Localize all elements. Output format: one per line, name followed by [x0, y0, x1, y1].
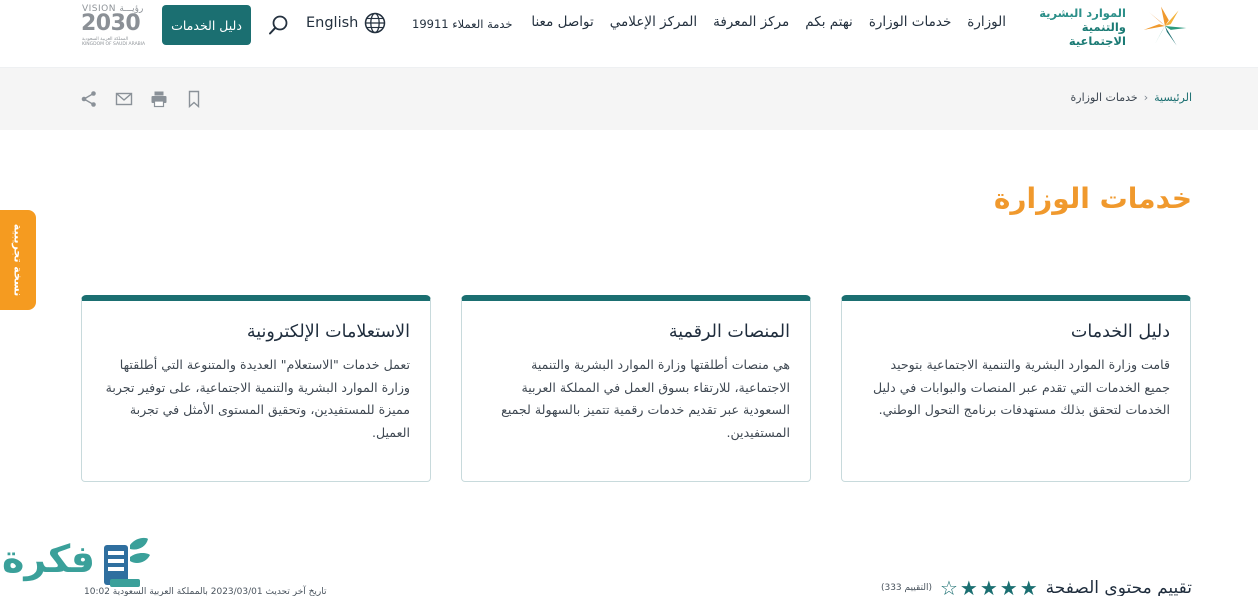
- share-icon[interactable]: [80, 90, 98, 108]
- page-title: خدمات الوزارة: [993, 182, 1192, 215]
- star-filled-icon[interactable]: ★: [980, 578, 998, 596]
- card-title: المنصات الرقمية: [668, 322, 790, 342]
- rating-count: (التقييم 333): [880, 583, 932, 593]
- language-switch[interactable]: English: [306, 12, 386, 34]
- star-filled-icon[interactable]: ★: [960, 578, 978, 596]
- globe-icon: [365, 12, 386, 34]
- card-description: قامت وزارة الموارد البشرية والتنمية الاج…: [872, 357, 1170, 417]
- breadcrumb-home[interactable]: الرئيسية: [1154, 91, 1192, 104]
- breadcrumb-separator: ‹: [1143, 91, 1149, 104]
- nav-item-we-care[interactable]: نهتم بكم: [805, 14, 853, 30]
- rating-label: تقييم محتوى الصفحة: [1045, 578, 1192, 596]
- nav-item-knowledge-center[interactable]: مركز المعرفة: [713, 14, 789, 30]
- nav-item-ministry-services[interactable]: خدمات الوزارة: [869, 14, 951, 30]
- card-digital-platforms[interactable]: المنصات الرقمية هي منصات أطلقتها وزارة ا…: [461, 295, 811, 482]
- watermark-text: فكرة: [2, 537, 96, 581]
- ministry-name-line1: الموارد البشرية: [1039, 6, 1126, 20]
- beta-version-tab[interactable]: نسخة تجريبية: [0, 210, 36, 310]
- breadcrumb-current: خدمات الوزارة: [1070, 91, 1138, 104]
- breadcrumb-bar: الرئيسية ‹ خدمات الوزارة: [0, 68, 1258, 130]
- card-title: الاستعلامات الإلكترونية: [246, 322, 410, 342]
- card-services-guide[interactable]: دليل الخدمات قامت وزارة الموارد البشرية …: [841, 295, 1191, 482]
- book-leaf-icon: [104, 537, 150, 587]
- card-description: تعمل خدمات "الاستعلام" العديدة والمتنوعة…: [105, 357, 410, 440]
- nav-item-ministry[interactable]: الوزارة: [967, 14, 1006, 30]
- ministry-name-line2: والتنمية الاجتماعية: [1068, 20, 1126, 48]
- ministry-name: الموارد البشرية والتنمية الاجتماعية: [1024, 6, 1126, 48]
- breadcrumb: الرئيسية ‹ خدمات الوزارة: [1071, 91, 1193, 104]
- page-tools: [80, 90, 203, 108]
- services-guide-button[interactable]: دليل الخدمات: [162, 5, 251, 45]
- bookmark-icon[interactable]: [185, 90, 203, 108]
- language-label: English: [306, 15, 359, 31]
- top-header: الموارد البشرية والتنمية الاجتماعية الوز…: [0, 0, 1258, 68]
- vision-year: 2030: [81, 11, 141, 36]
- ministry-logo-mark-icon: [1143, 6, 1187, 46]
- main-nav: الوزارة خدمات الوزارة نهتم بكم مركز المع…: [531, 14, 1006, 30]
- star-filled-icon[interactable]: ★: [1000, 578, 1018, 596]
- search-icon[interactable]: [268, 14, 290, 36]
- mail-icon[interactable]: [115, 90, 133, 108]
- star-filled-icon[interactable]: ★: [1020, 578, 1038, 596]
- vision-2030-logo: VISION رؤيـــة 2030 المملكة العربية السع…: [80, 2, 148, 50]
- nav-item-contact-us[interactable]: تواصل معنا: [531, 14, 593, 30]
- card-electronic-inquiries[interactable]: الاستعلامات الإلكترونية تعمل خدمات "الاس…: [81, 295, 431, 482]
- card-title: دليل الخدمات: [1070, 322, 1170, 342]
- fikra-watermark: فكرة: [0, 535, 152, 596]
- vision-sub-text: المملكة العربية السعودية KINGDOM OF SAUD…: [82, 37, 146, 47]
- ministry-logo[interactable]: الموارد البشرية والتنمية الاجتماعية: [1024, 4, 1192, 50]
- card-description: هي منصات أطلقتها وزارة الموارد البشرية و…: [501, 357, 790, 440]
- rating-stars[interactable]: ☆ ★ ★ ★ ★: [940, 578, 1038, 596]
- nav-item-media-center[interactable]: المركز الإعلامي: [610, 14, 697, 30]
- page-rating: تقييم محتوى الصفحة ☆ ★ ★ ★ ★ (التقييم 33…: [881, 578, 1192, 596]
- print-icon[interactable]: [150, 90, 168, 108]
- star-empty-icon[interactable]: ☆: [940, 578, 958, 596]
- beta-version-label: نسخة تجريبية: [11, 223, 25, 297]
- customer-service-number[interactable]: خدمة العملاء 19911: [412, 17, 513, 31]
